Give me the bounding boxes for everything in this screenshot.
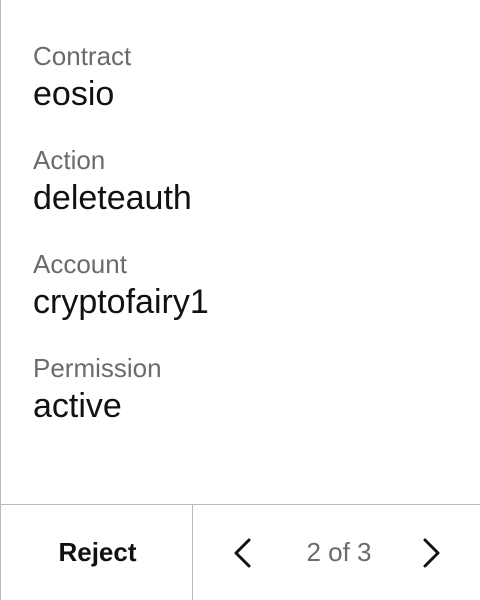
field-value: cryptofairy1 bbox=[33, 283, 209, 321]
previous-button[interactable] bbox=[226, 535, 262, 571]
reject-button[interactable]: Reject bbox=[1, 505, 193, 600]
footer-bar: Reject 2 of 3 bbox=[1, 504, 480, 600]
action-details-panel: Contract eosio Action deleteauth Account… bbox=[0, 0, 480, 600]
field-value: deleteauth bbox=[33, 179, 192, 217]
field-action: Action deleteauth bbox=[33, 145, 192, 217]
field-label: Permission bbox=[33, 353, 162, 383]
field-account: Account cryptofairy1 bbox=[33, 249, 209, 321]
field-permission: Permission active bbox=[33, 353, 162, 425]
pagination: 2 of 3 bbox=[194, 505, 480, 600]
chevron-right-icon bbox=[423, 538, 440, 568]
field-label: Account bbox=[33, 249, 127, 279]
field-label: Contract bbox=[33, 41, 132, 71]
next-button[interactable] bbox=[412, 535, 448, 571]
field-value: eosio bbox=[33, 75, 115, 113]
field-label: Action bbox=[33, 145, 106, 175]
field-contract: Contract eosio bbox=[33, 41, 131, 113]
page-indicator: 2 of 3 bbox=[306, 537, 372, 567]
field-value: active bbox=[33, 387, 122, 425]
chevron-left-icon bbox=[234, 538, 251, 568]
